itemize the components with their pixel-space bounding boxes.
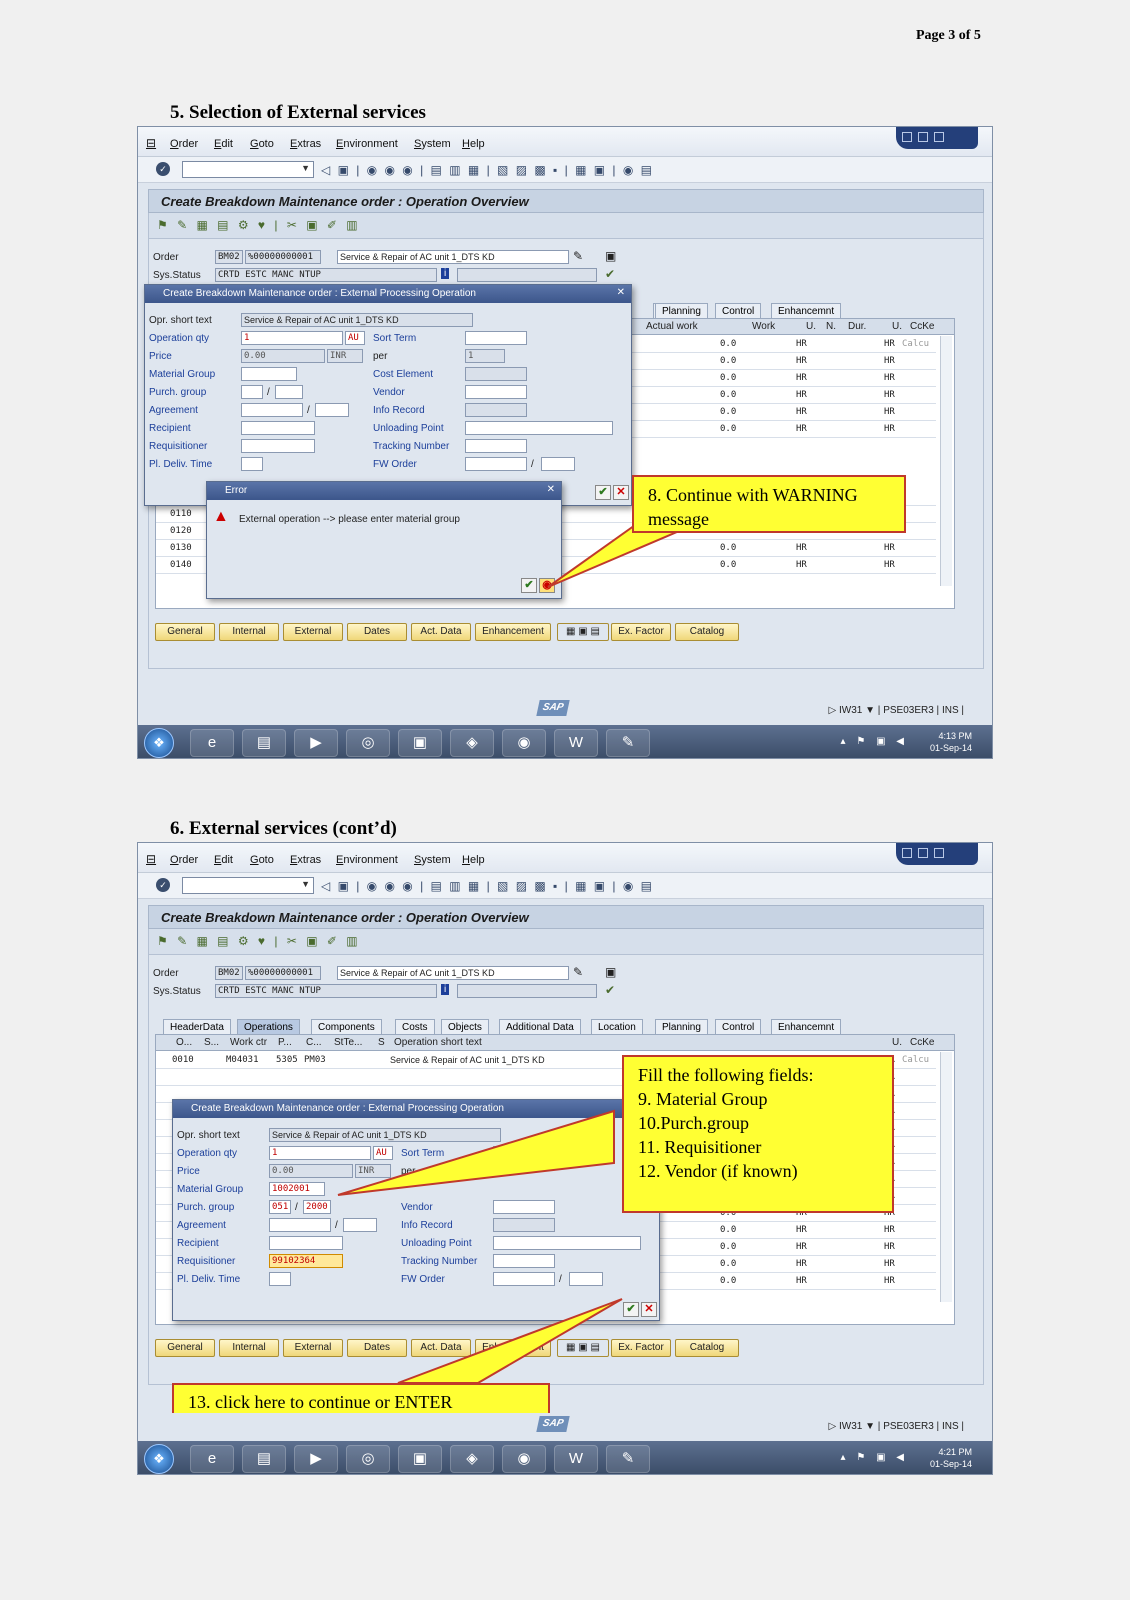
start-button[interactable]: ❖	[144, 728, 174, 758]
chrome-icon[interactable]: ◎	[346, 729, 390, 757]
sap-screenshot-2: ⊟ Order Edit Goto Extras Environment Sys…	[137, 842, 993, 1475]
section-heading-5: 5. Selection of External services	[170, 102, 426, 123]
firefox-icon[interactable]: ◉	[502, 1445, 546, 1473]
presentation-icon[interactable]: ▣	[398, 1445, 442, 1473]
sap-logo: SAP	[536, 700, 570, 716]
sap-logo: SAP	[536, 1416, 570, 1432]
start-button[interactable]: ❖	[144, 1444, 174, 1474]
media-player-icon[interactable]: ▶	[294, 729, 338, 757]
section-heading-6: 6. External services (cont’d)	[170, 818, 397, 839]
presentation-icon[interactable]: ▣	[398, 729, 442, 757]
status-info: ▷ IW31 ▼ | PSE03ER3 | INS |	[828, 1421, 964, 1432]
media-player-icon[interactable]: ▶	[294, 1445, 338, 1473]
windows-taskbar: ❖ e ▤ ▶ ◎ ▣ ◈ ◉ W ✎ ▴ ⚑ ▣ ◀ 4:21 PM 01-Se…	[138, 1441, 992, 1474]
ie-icon[interactable]: e	[190, 729, 234, 757]
status-bar: SAP ▷ IW31 ▼ | PSE03ER3 | INS |	[138, 697, 992, 725]
status-bar: SAP ▷ IW31 ▼ | PSE03ER3 | INS |	[138, 1413, 992, 1441]
page-number: Page 3 of 5	[916, 28, 981, 43]
taskbar-clock[interactable]: 4:21 PM 01-Sep-14	[930, 1446, 972, 1470]
system-tray-icons[interactable]: ▴ ⚑ ▣ ◀	[841, 1452, 908, 1463]
callout-8-pointer	[547, 522, 699, 588]
system-tray-icons[interactable]: ▴ ⚑ ▣ ◀	[841, 736, 908, 747]
windows-taskbar: ❖ e ▤ ▶ ◎ ▣ ◈ ◉ W ✎ ▴ ⚑ ▣ ◀ 4:13 PM 01-Se…	[138, 725, 992, 758]
paint-icon[interactable]: ✎	[606, 1445, 650, 1473]
callout-8: 8. Continue with WARNING message	[632, 475, 906, 533]
firefox-icon[interactable]: ◉	[502, 729, 546, 757]
folder-icon[interactable]: ▤	[242, 729, 286, 757]
word-icon[interactable]: W	[554, 729, 598, 757]
chrome-icon[interactable]: ◎	[346, 1445, 390, 1473]
sap-screenshot-1: ⊟ Order Edit Goto Extras Environment Sys…	[137, 126, 993, 759]
status-info: ▷ IW31 ▼ | PSE03ER3 | INS |	[828, 705, 964, 716]
taskbar-clock[interactable]: 4:13 PM 01-Sep-14	[930, 730, 972, 754]
sap-logon-icon[interactable]: ◈	[450, 1445, 494, 1473]
folder-icon[interactable]: ▤	[242, 1445, 286, 1473]
callout-fill-fields: Fill the following fields: 9. Material G…	[622, 1055, 894, 1213]
paint-icon[interactable]: ✎	[606, 729, 650, 757]
ie-icon[interactable]: e	[190, 1445, 234, 1473]
word-icon[interactable]: W	[554, 1445, 598, 1473]
sap-logon-icon[interactable]: ◈	[450, 729, 494, 757]
